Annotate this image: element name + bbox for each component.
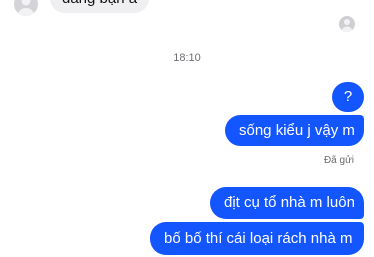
message-timestamp: 18:10 [173,52,201,64]
outgoing-message-bubble[interactable]: bố bố thí cái loại rách nhà m [150,222,364,255]
contact-avatar-icon[interactable] [14,0,38,16]
outgoing-message-bubble[interactable]: ? [332,82,364,112]
incoming-message-bubble[interactable]: đang bận à [50,0,150,13]
outgoing-message-bubble[interactable]: địt cụ tổ nhà m luôn [210,187,364,219]
seen-avatar-icon [339,16,355,32]
sent-status-label: Đã gửi [323,155,354,166]
outgoing-message-bubble[interactable]: sống kiểu j vậy m [225,115,364,146]
